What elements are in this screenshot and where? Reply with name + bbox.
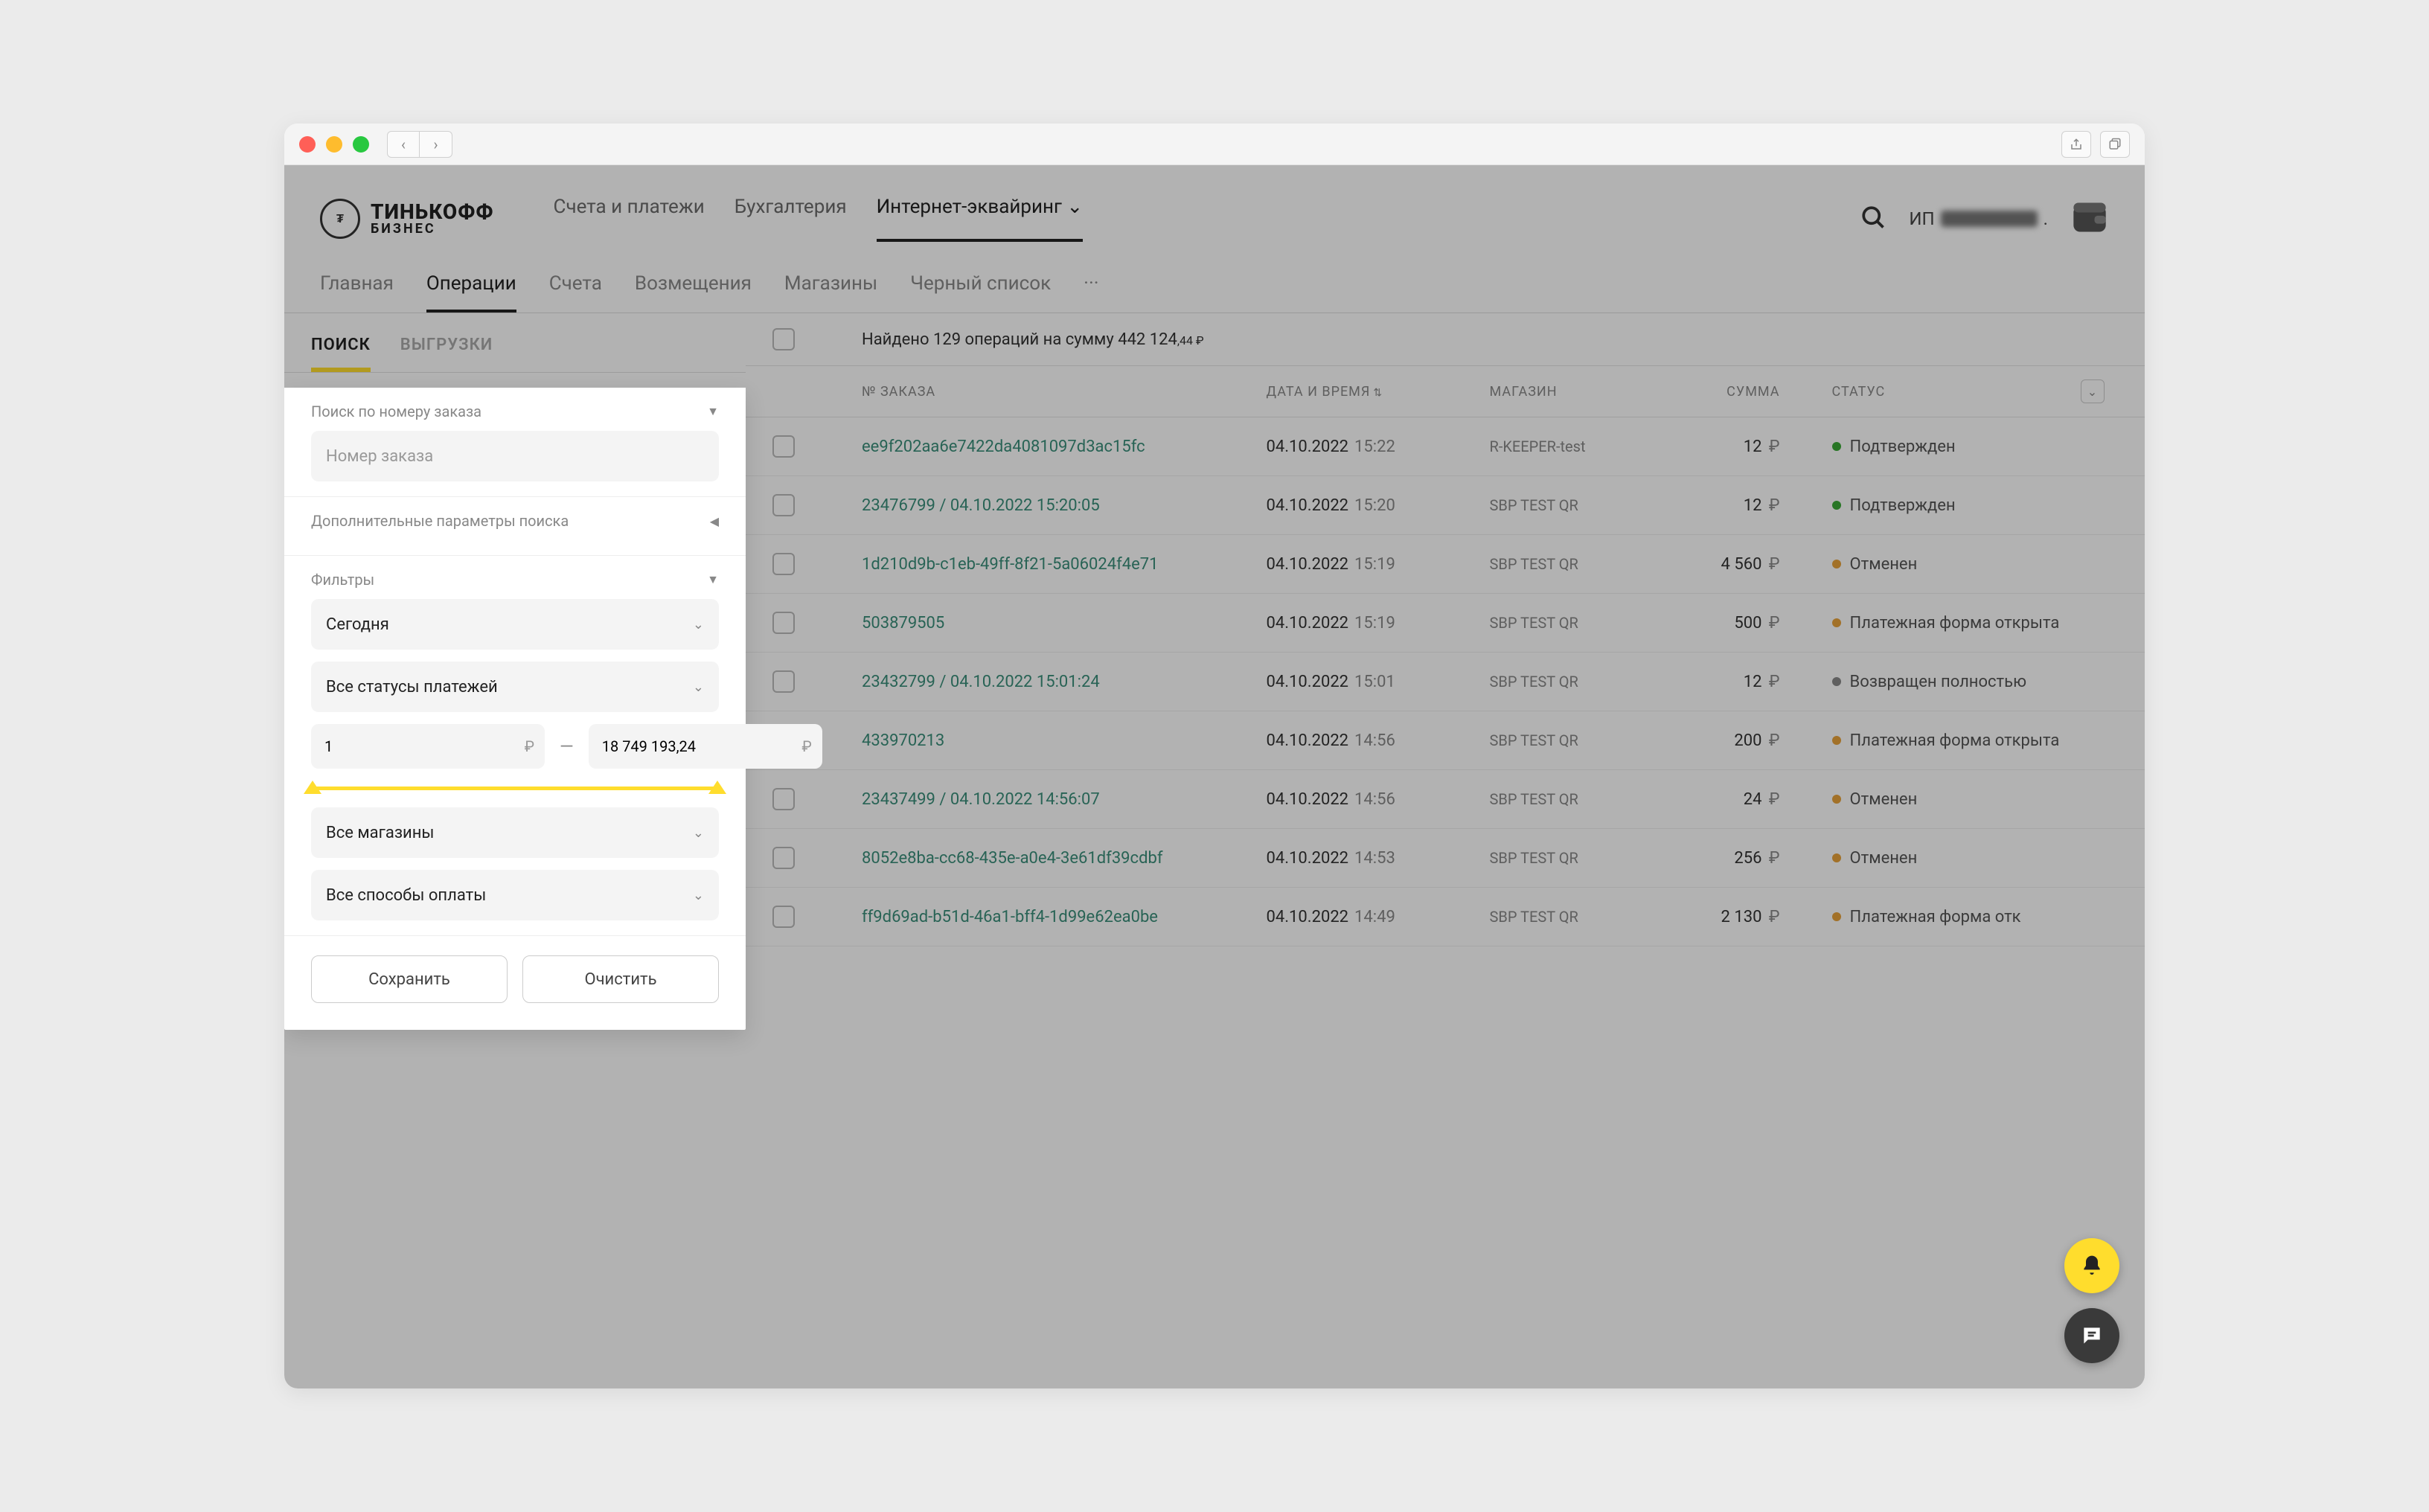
app: ₮ ТИНЬКОФФ БИЗНЕС Счета и платежи Бухгал…: [284, 165, 2145, 1388]
period-value: Сегодня: [326, 615, 389, 634]
pay-methods-select[interactable]: Все способы оплаты ⌄: [311, 870, 719, 920]
notifications-fab[interactable]: [2064, 1238, 2119, 1293]
shops-select[interactable]: Все магазины ⌄: [311, 807, 719, 858]
tabs-button[interactable]: [2100, 131, 2130, 158]
chevron-down-icon: ⌄: [693, 825, 704, 841]
amount-max-input[interactable]: [589, 724, 822, 769]
share-icon: [2070, 138, 2083, 151]
share-button[interactable]: [2061, 131, 2091, 158]
ruble-icon: ₽: [525, 737, 534, 755]
slider-handle-max[interactable]: [708, 781, 726, 794]
history-nav: ‹ ›: [387, 131, 452, 158]
search-by-order-label: Поиск по номеру заказа: [311, 403, 481, 420]
slider-track: [311, 787, 719, 790]
extra-params-label: Дополнительные параметры поиска: [311, 512, 569, 530]
chevron-down-icon: ⌄: [693, 617, 704, 632]
window-fullscreen[interactable]: [353, 136, 369, 153]
chat-fab[interactable]: [2064, 1308, 2119, 1363]
chevron-down-icon: ⌄: [693, 679, 704, 695]
back-button[interactable]: ‹: [387, 131, 420, 158]
search-by-order-head[interactable]: Поиск по номеру заказа ▼: [311, 403, 719, 420]
extra-params-head[interactable]: Дополнительные параметры поиска ◀: [311, 512, 719, 530]
search-panel: Поиск по номеру заказа ▼ Дополнительные …: [284, 388, 746, 1030]
chevron-left-icon: ◀: [710, 514, 719, 528]
range-dash: —: [560, 736, 574, 757]
chevron-down-icon: ▼: [707, 572, 719, 587]
chat-icon: [2080, 1324, 2104, 1348]
period-select[interactable]: Сегодня ⌄: [311, 599, 719, 650]
chevron-down-icon: ⌄: [693, 888, 704, 903]
titlebar: ‹ ›: [284, 124, 2145, 165]
bell-icon: [2080, 1254, 2104, 1278]
window-minimize[interactable]: [326, 136, 342, 153]
browser-window: ‹ › ₮ ТИНЬКОФФ БИЗНЕС Счета и платежи: [284, 124, 2145, 1388]
save-button[interactable]: Сохранить: [311, 955, 508, 1003]
shops-value: Все магазины: [326, 824, 434, 842]
window-close[interactable]: [299, 136, 316, 153]
pay-methods-value: Все способы оплаты: [326, 886, 486, 905]
filters-head[interactable]: Фильтры ▼: [311, 571, 719, 589]
status-select[interactable]: Все статусы платежей ⌄: [311, 662, 719, 712]
amount-min-input[interactable]: [311, 724, 545, 769]
forward-button[interactable]: ›: [420, 131, 452, 158]
clear-button[interactable]: Очистить: [522, 955, 719, 1003]
traffic-lights: [299, 136, 369, 153]
slider-handle-min[interactable]: [304, 781, 321, 794]
chevron-down-icon: ▼: [707, 404, 719, 419]
amount-slider[interactable]: [311, 781, 719, 795]
ruble-icon: ₽: [801, 737, 811, 755]
status-value: Все статусы платежей: [326, 678, 498, 696]
filters-label: Фильтры: [311, 571, 374, 589]
order-number-input[interactable]: [311, 431, 719, 481]
tabs-icon: [2108, 138, 2122, 151]
